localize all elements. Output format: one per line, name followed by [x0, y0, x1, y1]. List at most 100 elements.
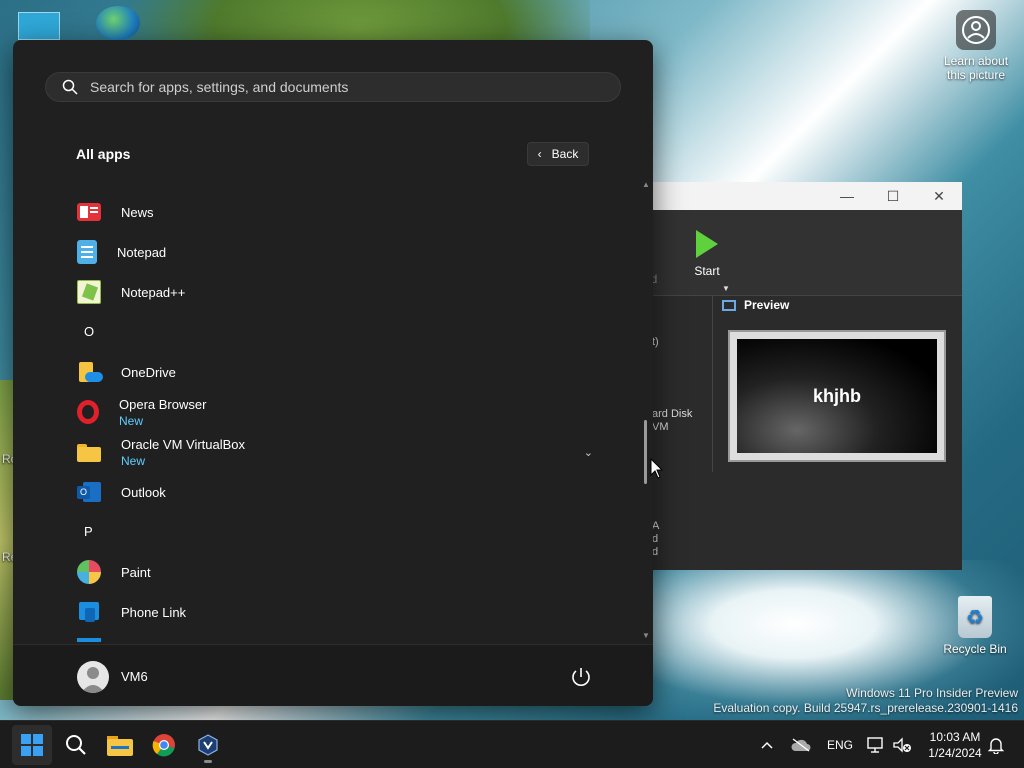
all-apps-title: All apps [76, 146, 131, 162]
list-item-phone-link[interactable]: Phone Link [63, 592, 603, 632]
preview-label: Preview [744, 298, 790, 312]
list-item-onedrive[interactable]: OneDrive [63, 352, 603, 392]
camera-icon [956, 10, 996, 50]
chevron-up-icon [761, 741, 773, 749]
network-tray[interactable] [866, 721, 886, 768]
virtualbox-window[interactable]: — ☐ ✕ ard Start ▼ Preview khjhb t) ard D… [640, 182, 962, 570]
back-label: Back [551, 147, 579, 161]
news-icon [77, 203, 101, 221]
user-name[interactable]: VM6 [121, 669, 148, 684]
desktop-icon-partial-2[interactable] [96, 6, 140, 40]
language-indicator[interactable]: ENG [827, 721, 853, 768]
taskbar-chrome[interactable] [144, 725, 184, 765]
recycle-bin-icon[interactable]: ♻ Recycle Bin [940, 596, 1010, 656]
avatar[interactable] [77, 661, 109, 693]
details-text-a: A [652, 520, 660, 532]
virtualbox-icon [198, 734, 218, 756]
chevron-down-icon[interactable]: ⌄ [584, 446, 593, 459]
letter-header-o[interactable]: O [84, 324, 94, 339]
window-toolbar: ard Start ▼ [640, 210, 962, 296]
onedrive-tray[interactable] [790, 721, 812, 768]
app-name: Notepad [117, 244, 167, 260]
folder-icon [77, 440, 101, 464]
taskbar-virtualbox[interactable] [188, 725, 228, 765]
recycle-symbol-icon: ♻ [958, 596, 992, 638]
window-titlebar: — ☐ ✕ [640, 182, 962, 210]
list-item-virtualbox[interactable]: Oracle VM VirtualBox New ⌄ [63, 432, 603, 472]
search-icon [66, 735, 86, 755]
start-menu: All apps ‹ Back ·· News Notepad Notepad+… [13, 40, 653, 706]
minimize-button[interactable]: — [824, 188, 870, 204]
notepad-icon [77, 240, 97, 264]
details-text-t: t) [652, 336, 659, 348]
back-button[interactable]: ‹ Back [527, 142, 589, 166]
scroll-up-icon[interactable]: ▲ [642, 180, 650, 189]
volume-tray[interactable] [892, 721, 912, 768]
close-button[interactable]: ✕ [916, 188, 962, 205]
cloud-offline-icon [791, 738, 811, 752]
windows-logo-icon [21, 734, 43, 756]
search-box[interactable] [45, 72, 621, 102]
list-item-notepad[interactable]: Notepad [63, 232, 603, 272]
letter-header-p[interactable]: P [84, 524, 93, 539]
recycle-bin-label: Recycle Bin [943, 642, 1007, 656]
start-dropdown-icon[interactable]: ▼ [722, 284, 730, 293]
clock[interactable]: 10:03 AM 1/24/2024 [924, 729, 986, 761]
list-item-notepadpp[interactable]: Notepad++ [63, 272, 603, 312]
maximize-button[interactable]: ☐ [870, 188, 916, 205]
start-label: Start [694, 264, 720, 278]
watermark-build: Evaluation copy. Build 25947.rs_prerelea… [713, 701, 1018, 715]
network-icon [867, 737, 883, 753]
phone-link-icon [77, 600, 101, 624]
start-footer: VM6 [13, 644, 653, 706]
letter-header-partial[interactable]: ·· [84, 172, 91, 178]
learn-about-picture-icon[interactable]: Learn about this picture [936, 10, 1016, 82]
pane-divider [712, 296, 713, 472]
notifications-button[interactable] [988, 721, 1004, 768]
app-name: Paint [121, 564, 151, 580]
taskbar-file-explorer[interactable] [100, 725, 140, 765]
app-name: Opera Browser [119, 396, 207, 412]
learn-label-1: Learn about [943, 54, 1009, 68]
running-indicator [204, 760, 212, 763]
list-item-news[interactable]: News [63, 192, 603, 232]
new-badge: New [119, 413, 144, 428]
onedrive-icon [77, 360, 103, 384]
list-item-paint[interactable]: Paint [63, 552, 603, 592]
start-vm-button[interactable]: Start [682, 230, 732, 278]
app-list: ·· News Notepad Notepad++ O OneDrive Ope… [13, 172, 653, 642]
outlook-icon: O [77, 480, 101, 504]
clock-date: 1/24/2024 [928, 746, 982, 760]
taskbar: ENG 10:03 AM 1/24/2024 [0, 720, 1024, 768]
list-item-outlook[interactable]: O Outlook [63, 472, 603, 512]
preview-screen: khjhb [737, 339, 937, 453]
preview-box: khjhb [728, 330, 946, 462]
paint-icon [77, 560, 101, 584]
details-text-hdd-2: VM [652, 421, 669, 433]
learn-label-2: this picture [946, 68, 1006, 82]
chrome-icon [152, 734, 175, 757]
preview-header: Preview [722, 298, 789, 312]
taskbar-search-button[interactable] [56, 725, 96, 765]
watermark-edition: Windows 11 Pro Insider Preview [846, 686, 1018, 700]
start-button[interactable] [12, 725, 52, 765]
new-badge: New [121, 453, 146, 468]
app-name: Notepad++ [121, 284, 186, 300]
details-text-hdd-1: ard Disk [652, 408, 693, 420]
volume-muted-icon [893, 737, 911, 753]
power-icon[interactable] [569, 665, 593, 689]
scroll-down-icon[interactable]: ▼ [642, 631, 650, 640]
search-icon [62, 79, 78, 95]
start-arrow-icon [696, 230, 718, 258]
bell-icon [988, 738, 1004, 754]
mouse-cursor-icon [650, 458, 664, 479]
app-list-scrollbar[interactable]: ▲ ▼ [642, 180, 650, 640]
user-icon [81, 667, 105, 693]
search-input[interactable] [90, 79, 570, 95]
show-hidden-icons[interactable] [760, 721, 774, 768]
list-item-opera[interactable]: Opera Browser New [63, 392, 603, 432]
scroll-thumb[interactable] [644, 420, 647, 484]
chevron-left-icon: ‹ [537, 147, 542, 161]
desktop-icon-partial-1[interactable] [18, 12, 60, 40]
notepadpp-icon [77, 280, 101, 304]
